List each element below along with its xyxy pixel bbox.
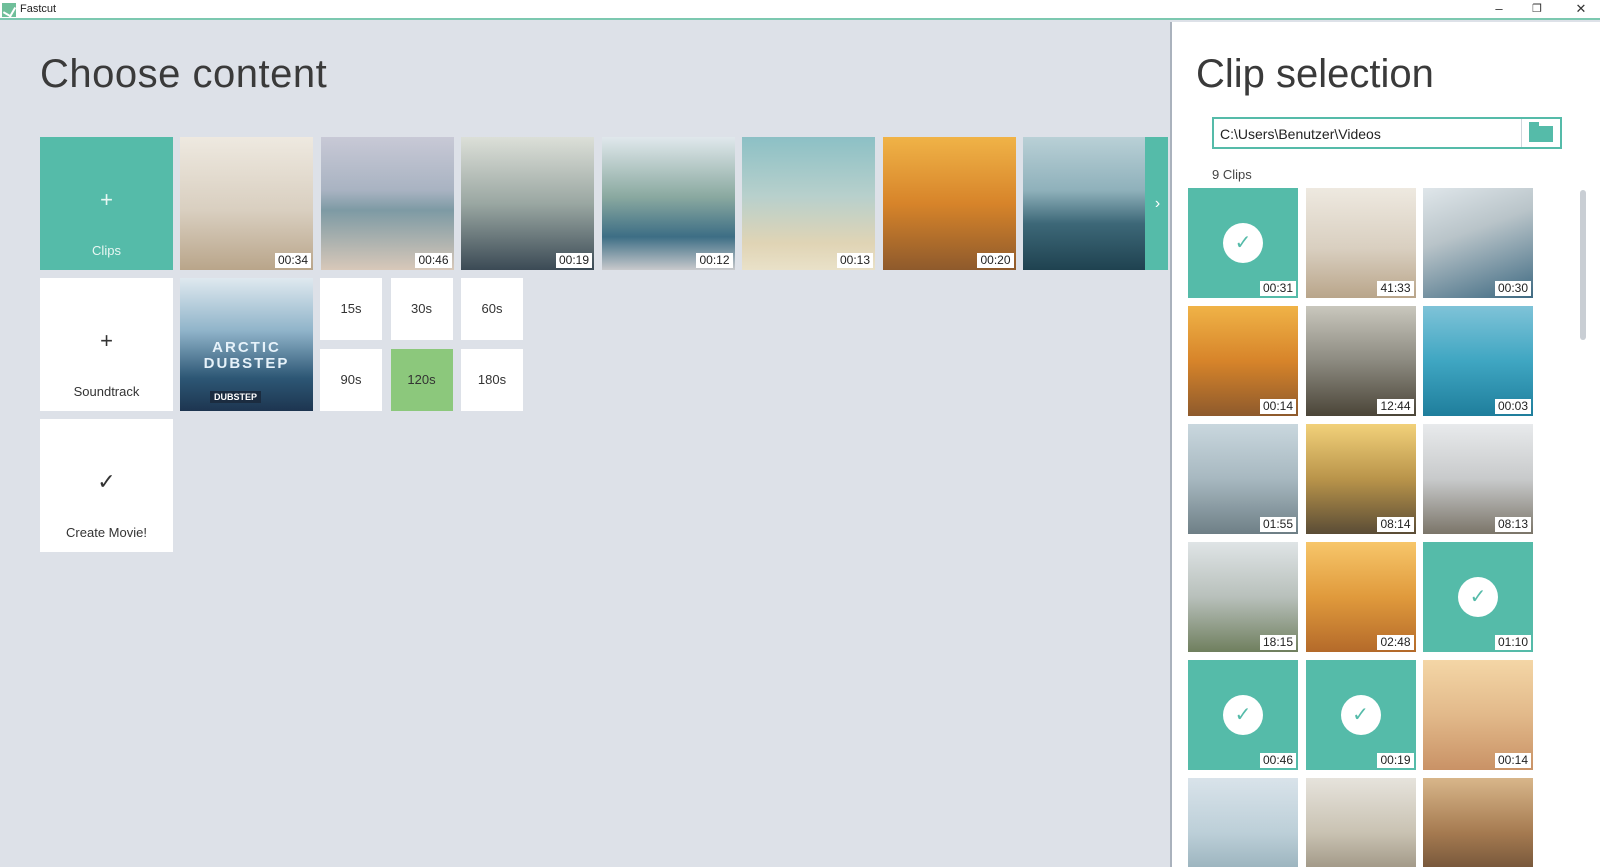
clip-count: 9 Clips (1212, 167, 1252, 182)
clip-duration: 08:13 (1494, 517, 1531, 532)
add-soundtrack-label: Soundtrack (73, 384, 140, 399)
soundtrack-cover[interactable]: ARCTIC DUBSTEP DUBSTEP (180, 278, 313, 411)
duration-option-180s[interactable]: 180s (461, 348, 523, 411)
duration-option-30s[interactable]: 30s (390, 278, 453, 340)
checkmark-icon: ✓ (1340, 695, 1381, 735)
clip-duration: 00:03 (1494, 399, 1531, 414)
clip-thumbnail[interactable]: 00:34 (180, 137, 313, 270)
clip-thumbnail[interactable]: 00:13 (742, 137, 875, 270)
clip-grid-item[interactable]: 12:44 (1305, 306, 1416, 416)
clip-duration: 00:14 (1259, 399, 1296, 414)
checkmark-icon: ✓ (1223, 695, 1263, 735)
fastcut-logo-icon (2, 3, 16, 17)
soundtrack-cover-subtitle: DUBSTEP (210, 391, 262, 403)
clip-duration: 12:44 (1377, 399, 1414, 414)
clip-grid-item[interactable] (1188, 778, 1298, 867)
clip-duration: 00:19 (555, 253, 592, 268)
clip-duration: 18:15 (1259, 635, 1296, 650)
chevron-right-icon: › (1154, 195, 1161, 212)
clip-grid-item[interactable]: 08:14 (1305, 424, 1416, 534)
checkmark-icon: ✓ (97, 469, 116, 494)
duration-option-15s[interactable]: 15s (320, 278, 382, 340)
checkmark-icon: ✓ (1223, 223, 1263, 263)
clip-grid-item[interactable] (1423, 778, 1533, 867)
clip-duration: 00:46 (1259, 753, 1296, 768)
duration-option-60s[interactable]: 60s (461, 278, 523, 340)
clip-grid-item[interactable]: 02:48 (1305, 542, 1416, 652)
clip-duration: 00:31 (1259, 281, 1296, 296)
duration-option-120s[interactable]: 120s (390, 348, 453, 411)
clip-thumbnail[interactable]: 00:46 (320, 137, 454, 270)
clip-duration: 00:46 (415, 253, 452, 268)
close-button[interactable]: ✕ (1562, 0, 1600, 20)
clip-duration: 02:48 (1377, 635, 1414, 650)
clip-grid-item[interactable]: 00:03 (1423, 306, 1533, 416)
clip-grid-item[interactable]: 41:33 (1305, 188, 1416, 298)
duration-option-90s[interactable]: 90s (320, 348, 382, 411)
clip-grid-item[interactable]: 00:14 (1188, 306, 1298, 416)
folder-path-input[interactable] (1220, 126, 1520, 142)
clip-thumbnail[interactable]: 00:20 (882, 137, 1016, 270)
clip-duration: 00:19 (1377, 753, 1414, 768)
clip-grid-item[interactable]: ✓ 01:10 (1423, 542, 1533, 652)
clip-grid-item[interactable]: ✓ 00:46 (1188, 660, 1298, 770)
clip-duration: 08:14 (1377, 517, 1414, 532)
soundtrack-cover-title: ARCTIC DUBSTEP (203, 339, 290, 372)
clip-duration: 00:30 (1494, 281, 1531, 296)
clip-grid-item[interactable]: 01:55 (1188, 424, 1298, 534)
add-soundtrack-button[interactable]: + Soundtrack (40, 278, 173, 411)
clip-thumbnail[interactable] (1023, 137, 1156, 270)
plus-icon: + (100, 187, 113, 212)
clip-thumbnail[interactable]: 00:12 (601, 137, 735, 270)
clip-duration: 01:55 (1259, 517, 1296, 532)
clip-duration: 00:34 (274, 253, 311, 268)
clip-duration: 00:14 (1494, 753, 1531, 768)
clip-grid-item[interactable]: 08:13 (1423, 424, 1533, 534)
clip-duration: 41:33 (1377, 281, 1414, 296)
clip-grid-item[interactable]: 18:15 (1188, 542, 1298, 652)
clip-grid-item[interactable]: 00:30 (1423, 188, 1533, 298)
plus-icon: + (100, 328, 113, 353)
clip-thumbnail[interactable]: 00:19 (461, 137, 594, 270)
checkmark-icon: ✓ (1458, 577, 1498, 617)
create-movie-button[interactable]: ✓ Create Movie! (40, 419, 173, 552)
clip-selection-title: Clip selection (1196, 52, 1434, 96)
add-clips-button[interactable]: + Clips (40, 137, 173, 270)
clip-grid-scrollbar[interactable] (1580, 190, 1586, 340)
folder-path-field (1212, 117, 1562, 149)
clip-duration: 01:10 (1494, 635, 1531, 650)
window-title: Fastcut (20, 3, 57, 15)
create-movie-label: Create Movie! (66, 525, 147, 540)
maximize-button[interactable]: ❐ (1518, 0, 1556, 20)
clip-grid-item[interactable]: ✓ 00:31 (1188, 188, 1298, 298)
minimize-button[interactable]: – (1480, 0, 1518, 20)
clip-grid-item[interactable]: ✓ 00:19 (1305, 660, 1416, 770)
browse-folder-button[interactable] (1521, 119, 1560, 147)
page-title: Choose content (40, 52, 328, 96)
clip-grid-item[interactable] (1305, 778, 1416, 867)
title-bar: Fastcut – ❐ ✕ (0, 0, 1600, 20)
next-clips-button[interactable]: › (1145, 137, 1168, 270)
clip-duration: 00:12 (696, 253, 733, 268)
clip-duration: 00:20 (977, 253, 1014, 268)
clip-selection-pane: Clip selection 9 Clips ✓ 00:31 41:33 00:30 0… (1170, 22, 1600, 867)
add-clips-label: Clips (92, 243, 121, 258)
clip-grid-item[interactable]: 00:14 (1423, 660, 1533, 770)
choose-content-pane: Choose content + Clips 00:34 00:46 00:19 00… (0, 22, 1168, 867)
folder-icon (1529, 122, 1553, 142)
clip-duration: 00:13 (836, 253, 873, 268)
